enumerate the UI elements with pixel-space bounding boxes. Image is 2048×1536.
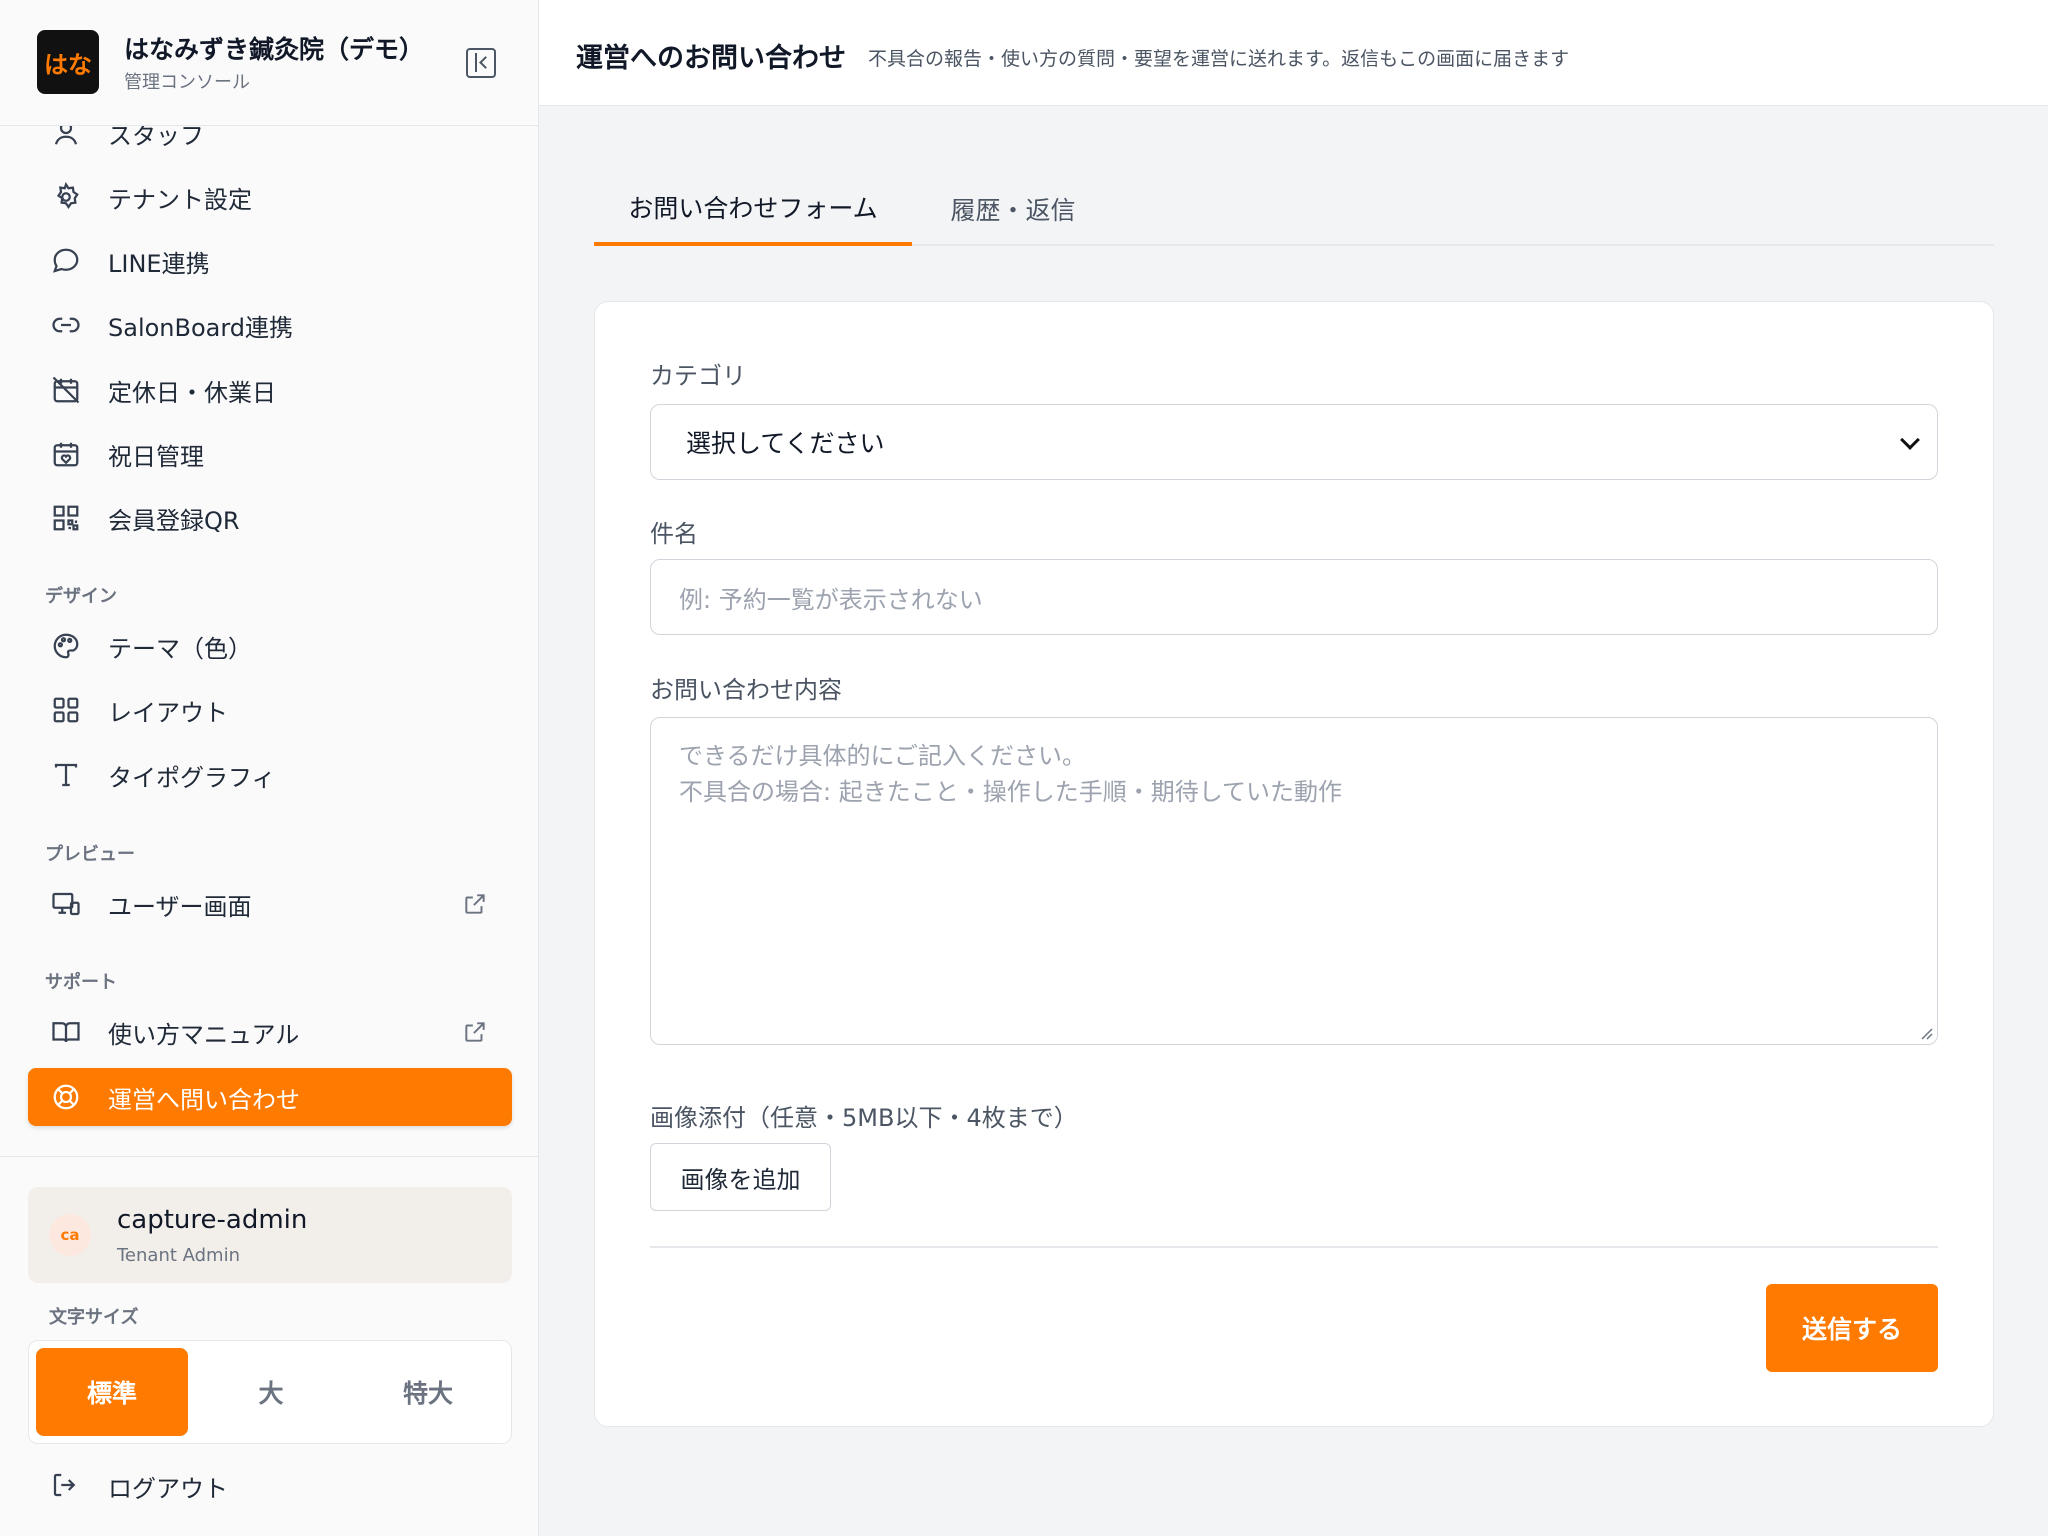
calendar-heart-icon [50, 438, 82, 470]
brand-header: はな はなみずき鍼灸院（デモ） 管理コンソール [0, 0, 538, 126]
link-icon [50, 309, 82, 341]
sidebar-item-user-screen[interactable]: ユーザー画面 [28, 875, 512, 933]
section-label-support: サポート [45, 972, 117, 993]
contact-form-card: カテゴリ 選択してください 件名 例: 予約一覧が表示されない お問い合わせ内容… [594, 301, 1994, 1427]
font-size-toggle: 標準 大 特大 [28, 1340, 512, 1444]
resize-handle-icon[interactable] [1919, 1026, 1933, 1040]
add-image-button[interactable]: 画像を追加 [650, 1143, 831, 1211]
page-title: 運営へのお問い合わせ [576, 43, 846, 74]
font-size-label: 文字サイズ [49, 1307, 139, 1328]
submit-button[interactable]: 送信する [1766, 1284, 1938, 1372]
user-name: capture-admin [117, 1205, 308, 1235]
top-bar: 運営へのお問い合わせ 不具合の報告・使い方の質問・要望を運営に送れます。返信もこ… [539, 0, 2048, 106]
logout-button[interactable]: ログアウト [28, 1457, 512, 1515]
brand-name: はなみずき鍼灸院（デモ） [124, 35, 425, 64]
category-select-value: 選択してください [686, 429, 885, 458]
external-link-icon [465, 1022, 485, 1042]
body-placeholder-line: 不具合の場合: 起きたこと・操作した手順・期待していた動作 [679, 778, 1342, 806]
sidebar-item-label: SalonBoard連携 [108, 313, 294, 342]
sidebar-item-holidays-closed[interactable]: 定休日・休業日 [28, 361, 512, 419]
gear-icon [50, 181, 82, 213]
sidebar-item-label: 定休日・休業日 [108, 378, 276, 407]
user-card[interactable]: ca capture-admin Tenant Admin [28, 1187, 512, 1283]
section-label-preview: プレビュー [45, 844, 135, 865]
sidebar-item-label: 会員登録QR [108, 506, 240, 535]
sidebar-item-member-qr[interactable]: 会員登録QR [28, 489, 512, 547]
chevron-down-icon [1900, 430, 1920, 450]
body-placeholder-line: できるだけ具体的にご記入ください。 [679, 742, 1087, 770]
sidebar-item-label: タイポグラフィ [108, 763, 276, 792]
body-label: お問い合わせ内容 [650, 676, 842, 704]
logout-label: ログアウト [108, 1474, 228, 1503]
book-icon [50, 1016, 82, 1048]
sidebar-item-line[interactable]: LINE連携 [28, 232, 512, 290]
sidebar-item-tenant-settings[interactable]: テナント設定 [28, 168, 512, 226]
palette-icon [50, 630, 82, 662]
font-size-large-button[interactable]: 大 [195, 1348, 347, 1436]
sidebar-item-label: レイアウト [108, 698, 228, 727]
sidebar-collapse-icon[interactable] [466, 48, 496, 78]
monitor-icon [50, 888, 82, 920]
image-attach-label: 画像添付（任意・5MB以下・4枚まで） [650, 1104, 1078, 1132]
form-divider [650, 1246, 1938, 1248]
subject-placeholder: 例: 予約一覧が表示されない [679, 585, 983, 614]
sidebar-item-label: 祝日管理 [108, 442, 204, 471]
logout-icon [50, 1470, 82, 1502]
sidebar-item-label: ユーザー画面 [108, 892, 252, 921]
sidebar-item-manual[interactable]: 使い方マニュアル [28, 1003, 512, 1061]
body-textarea[interactable]: できるだけ具体的にご記入ください。 不具合の場合: 起きたこと・操作した手順・期… [650, 717, 1938, 1045]
sidebar-item-staff[interactable]: スタッフ [28, 126, 512, 162]
sidebar-item-typography[interactable]: タイポグラフィ [28, 746, 512, 804]
sidebar-footer: ca capture-admin Tenant Admin 文字サイズ 標準 大… [0, 1156, 538, 1536]
sidebar-nav: スタッフ テナント設定 LINE連携 SalonBoard連携 定休日・休業日 [0, 126, 538, 1156]
qr-code-icon [50, 502, 82, 534]
tab-history-replies[interactable]: 履歴・返信 [912, 172, 1114, 246]
font-size-xlarge-button[interactable]: 特大 [352, 1348, 504, 1436]
sidebar-item-salonboard[interactable]: SalonBoard連携 [28, 296, 512, 354]
subject-label: 件名 [650, 520, 698, 548]
sidebar-item-layout[interactable]: レイアウト [28, 681, 512, 739]
sidebar-item-label: テナント設定 [108, 185, 252, 214]
sidebar-item-label: テーマ（色） [108, 634, 252, 663]
page-description: 不具合の報告・使い方の質問・要望を運営に送れます。返信もこの画面に届きます [868, 48, 1570, 70]
brand-subtitle: 管理コンソール [124, 72, 250, 93]
calendar-off-icon [50, 374, 82, 406]
sidebar: はな はなみずき鍼灸院（デモ） 管理コンソール スタッフ テナント設定 LINE… [0, 0, 539, 1536]
category-label: カテゴリ [650, 362, 746, 390]
sidebar-item-label: スタッフ [108, 126, 204, 150]
sidebar-item-label: LINE連携 [108, 249, 210, 278]
category-select[interactable]: 選択してください [650, 404, 1938, 480]
chat-bubble-icon [50, 245, 82, 277]
user-role: Tenant Admin [117, 1245, 241, 1266]
tab-bar: お問い合わせフォーム 履歴・返信 [594, 172, 1994, 246]
user-icon [50, 126, 82, 149]
sidebar-item-theme[interactable]: テーマ（色） [28, 617, 512, 675]
avatar: ca [49, 1214, 91, 1256]
brand-logo: はな [37, 30, 99, 94]
sidebar-item-label: 運営へ問い合わせ [108, 1085, 300, 1114]
sidebar-item-label: 使い方マニュアル [108, 1020, 300, 1049]
external-link-icon [465, 894, 485, 914]
tab-contact-form[interactable]: お問い合わせフォーム [594, 172, 912, 246]
subject-input[interactable]: 例: 予約一覧が表示されない [650, 559, 1938, 635]
sidebar-item-public-holidays[interactable]: 祝日管理 [28, 425, 512, 483]
font-size-standard-button[interactable]: 標準 [36, 1348, 188, 1436]
type-icon [50, 759, 82, 791]
sidebar-item-contact-support[interactable]: 運営へ問い合わせ [28, 1068, 512, 1126]
section-label-design: デザイン [45, 586, 117, 607]
lifebuoy-icon [50, 1081, 82, 1113]
grid-icon [50, 694, 82, 726]
